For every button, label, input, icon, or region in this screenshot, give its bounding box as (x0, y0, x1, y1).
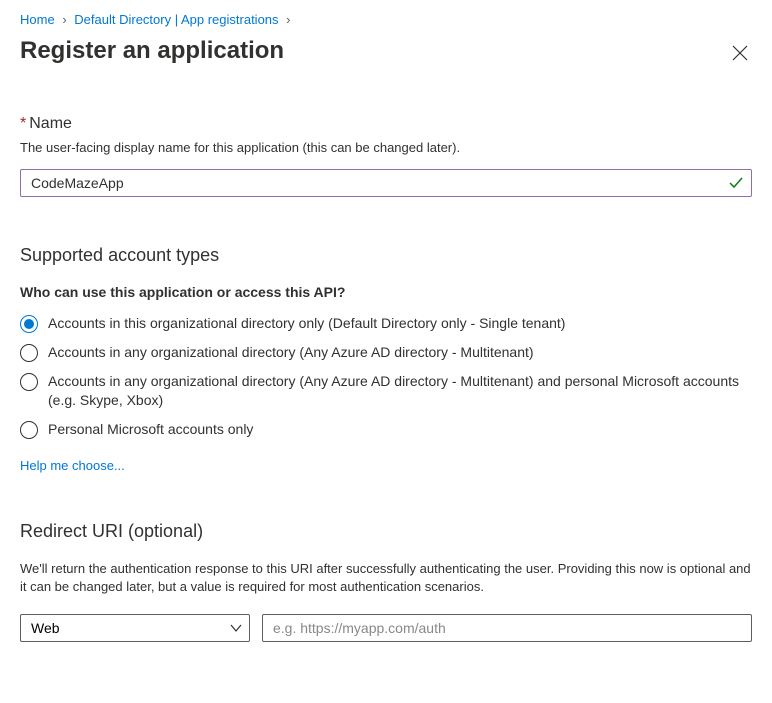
breadcrumb-directory[interactable]: Default Directory | App registrations (74, 12, 278, 27)
radio-icon (20, 315, 38, 333)
breadcrumb-home[interactable]: Home (20, 12, 55, 27)
radio-label: Personal Microsoft accounts only (48, 420, 752, 439)
help-me-choose-link[interactable]: Help me choose... (20, 458, 125, 473)
account-type-radio-1[interactable]: Accounts in any organizational directory… (20, 343, 752, 362)
account-types-heading: Supported account types (20, 245, 752, 266)
radio-icon (20, 421, 38, 439)
account-types-radio-group: Accounts in this organizational director… (20, 314, 752, 439)
page-title: Register an application (20, 37, 284, 65)
close-button[interactable] (728, 41, 752, 68)
radio-label: Accounts in any organizational directory… (48, 343, 752, 362)
account-type-radio-0[interactable]: Accounts in this organizational director… (20, 314, 752, 333)
required-star-icon: * (20, 115, 26, 132)
close-icon (732, 49, 748, 64)
redirect-uri-input[interactable] (262, 614, 752, 642)
chevron-right-icon: › (286, 12, 290, 27)
platform-select[interactable]: Web (20, 614, 250, 642)
redirect-uri-heading: Redirect URI (optional) (20, 521, 752, 542)
account-type-radio-3[interactable]: Personal Microsoft accounts only (20, 420, 752, 439)
redirect-uri-helper: We'll return the authentication response… (20, 560, 752, 596)
radio-label: Accounts in any organizational directory… (48, 372, 752, 410)
radio-icon (20, 344, 38, 362)
name-label: *Name (20, 115, 752, 133)
checkmark-icon (728, 175, 744, 191)
breadcrumb: Home › Default Directory | App registrat… (20, 12, 752, 27)
chevron-right-icon: › (62, 12, 66, 27)
account-types-question: Who can use this application or access t… (20, 284, 752, 300)
name-helper-text: The user-facing display name for this ap… (20, 139, 752, 157)
account-type-radio-2[interactable]: Accounts in any organizational directory… (20, 372, 752, 410)
radio-icon (20, 373, 38, 391)
radio-label: Accounts in this organizational director… (48, 314, 752, 333)
app-name-input[interactable] (20, 169, 752, 197)
